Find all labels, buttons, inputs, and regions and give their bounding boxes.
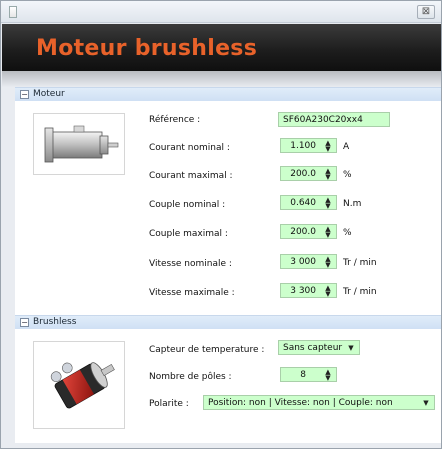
courant-nominal-unit: A bbox=[343, 142, 350, 152]
up-down-arrows-icon[interactable]: ▲ ▼ bbox=[322, 369, 334, 382]
couple-maximal-label: Couple maximal : bbox=[149, 229, 228, 239]
brushless-motor-illustration bbox=[50, 362, 115, 409]
dropdown-caret-icon[interactable]: ▼ bbox=[421, 398, 431, 408]
motor-image bbox=[33, 113, 125, 175]
reference-label: Référence : bbox=[149, 115, 201, 125]
capteur-value: Sans capteur bbox=[283, 343, 343, 353]
vitesse-nominale-label: Vitesse nominale : bbox=[149, 259, 232, 269]
dialog-window: ⊠ Moteur brushless − Moteur Référence: … bbox=[0, 0, 442, 449]
courant-nominal-value: 1.100 bbox=[290, 141, 316, 151]
courant-nominal-label: Courant nominal : bbox=[149, 143, 230, 153]
couple-maximal-stepper[interactable]: 200.0 ▲ ▼ bbox=[280, 224, 337, 239]
vitesse-nominale-value: 3 000 bbox=[290, 257, 316, 267]
vitesse-nominale-stepper[interactable]: 3 000 ▲ ▼ bbox=[280, 254, 337, 269]
document-icon bbox=[9, 6, 17, 18]
section-label-brushless: Brushless bbox=[33, 317, 77, 327]
up-down-arrows-icon[interactable]: ▲ ▼ bbox=[322, 140, 334, 153]
capteur-dropdown[interactable]: Sans capteur ▼ bbox=[278, 340, 360, 355]
up-down-arrows-icon[interactable]: ▲ ▼ bbox=[322, 197, 334, 210]
reference-value: SF60A230C20xx4 bbox=[283, 115, 363, 125]
couple-nominal-unit: N.m bbox=[343, 199, 362, 209]
couple-maximal-value: 200.0 bbox=[290, 227, 316, 237]
courant-maximal-unit: % bbox=[343, 170, 352, 180]
up-down-arrows-icon[interactable]: ▲ ▼ bbox=[322, 285, 334, 298]
header-banner: Moteur brushless bbox=[2, 24, 441, 71]
reference-field[interactable]: SF60A230C20xx4 bbox=[278, 112, 390, 127]
form-panel: − Moteur Référence: SF60A230C20xx4 Cour… bbox=[15, 87, 441, 443]
vitesse-maximale-label: Vitesse maximale : bbox=[149, 288, 235, 298]
section-header-brushless[interactable]: − Brushless bbox=[15, 315, 441, 329]
vitesse-maximale-unit: Tr / min bbox=[343, 287, 377, 297]
poles-stepper[interactable]: 8 ▲ ▼ bbox=[280, 367, 337, 382]
motor-illustration bbox=[44, 125, 119, 163]
couple-nominal-value: 0.640 bbox=[290, 198, 316, 208]
page-title: Moteur brushless bbox=[36, 36, 258, 61]
up-down-arrows-icon[interactable]: ▲ ▼ bbox=[322, 168, 334, 181]
banner-shadow bbox=[2, 71, 441, 87]
courant-maximal-value: 200.0 bbox=[290, 169, 316, 179]
title-bar[interactable]: ⊠ bbox=[1, 1, 441, 23]
up-down-arrows-icon[interactable]: ▲ ▼ bbox=[322, 226, 334, 239]
vitesse-nominale-unit: Tr / min bbox=[343, 258, 377, 268]
polarite-value: Position: non | Vitesse: non | Couple: n… bbox=[208, 398, 393, 408]
collapse-icon[interactable]: − bbox=[20, 318, 29, 327]
dropdown-caret-icon[interactable]: ▼ bbox=[346, 343, 356, 353]
vitesse-maximale-stepper[interactable]: 3 300 ▲ ▼ bbox=[280, 283, 337, 298]
up-down-arrows-icon[interactable]: ▲ ▼ bbox=[322, 256, 334, 269]
section-label-moteur: Moteur bbox=[33, 89, 65, 99]
poles-label: Nombre de pôles : bbox=[149, 372, 232, 382]
close-button[interactable]: ⊠ bbox=[417, 5, 435, 19]
vitesse-maximale-value: 3 300 bbox=[290, 286, 316, 296]
courant-nominal-stepper[interactable]: 1.100 ▲ ▼ bbox=[280, 138, 337, 153]
polarite-dropdown[interactable]: Position: non | Vitesse: non | Couple: n… bbox=[203, 395, 435, 410]
couple-maximal-unit: % bbox=[343, 228, 352, 238]
couple-nominal-label: Couple nominal : bbox=[149, 200, 226, 210]
section-header-moteur[interactable]: − Moteur bbox=[15, 87, 441, 101]
collapse-icon[interactable]: − bbox=[20, 90, 29, 99]
couple-nominal-stepper[interactable]: 0.640 ▲ ▼ bbox=[280, 195, 337, 210]
capteur-label: Capteur de temperature : bbox=[149, 345, 265, 355]
poles-value: 8 bbox=[300, 370, 306, 380]
courant-maximal-stepper[interactable]: 200.0 ▲ ▼ bbox=[280, 166, 337, 181]
brushless-motor-image bbox=[33, 341, 125, 429]
courant-maximal-label: Courant maximal : bbox=[149, 171, 233, 181]
polarite-label: Polarite : bbox=[149, 399, 189, 409]
